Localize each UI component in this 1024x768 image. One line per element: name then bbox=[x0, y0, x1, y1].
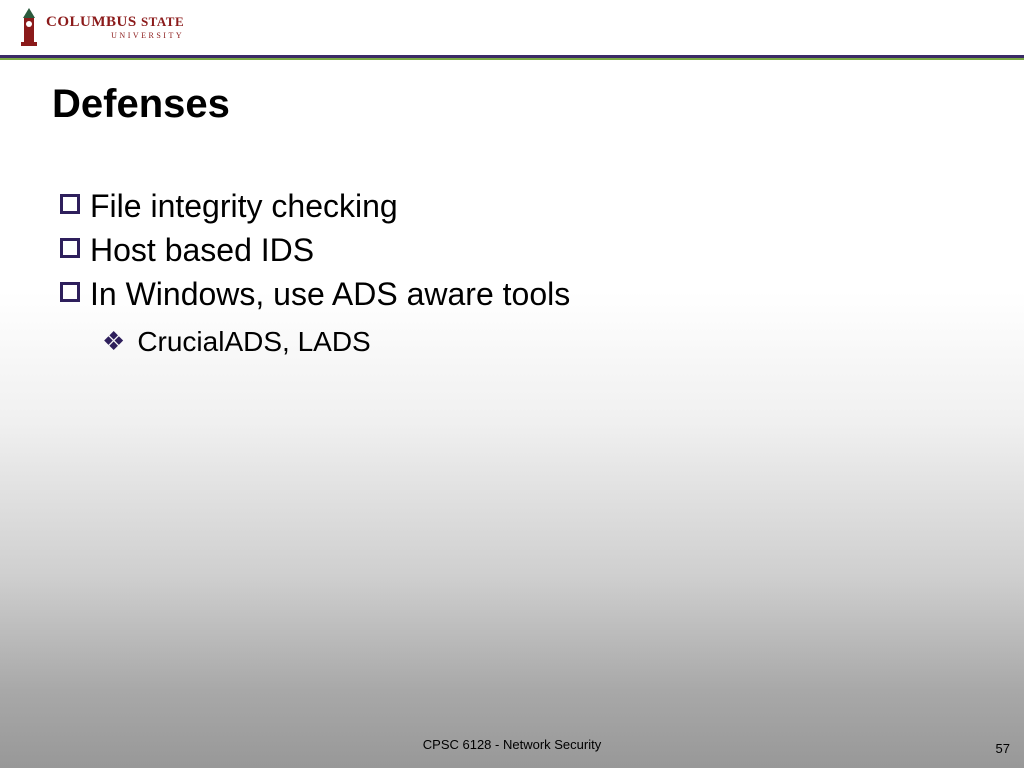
logo-line-2: UNIVERSITY bbox=[46, 32, 184, 40]
list-item: Host based IDS bbox=[60, 230, 984, 270]
slide-content: File integrity checking Host based IDS I… bbox=[60, 186, 984, 359]
logo-word-state: STATE bbox=[141, 14, 184, 29]
university-logo: COLUMBUS STATE UNIVERSITY bbox=[18, 8, 184, 46]
bullet-text: File integrity checking bbox=[90, 186, 398, 226]
slide-title: Defenses bbox=[52, 82, 230, 127]
logo-word-columbus: COLUMBUS bbox=[46, 14, 141, 30]
list-item: File integrity checking bbox=[60, 186, 984, 226]
square-bullet-icon bbox=[60, 194, 80, 214]
clock-tower-icon bbox=[18, 8, 40, 46]
logo-text: COLUMBUS STATE UNIVERSITY bbox=[46, 15, 184, 40]
footer-course: CPSC 6128 - Network Security bbox=[0, 737, 1024, 752]
slide-header: COLUMBUS STATE UNIVERSITY bbox=[0, 0, 1024, 55]
logo-line-1: COLUMBUS STATE bbox=[46, 15, 184, 30]
bullet-text: In Windows, use ADS aware tools bbox=[90, 274, 570, 314]
footer-page-number: 57 bbox=[996, 741, 1010, 756]
divider-green bbox=[0, 58, 1024, 60]
square-bullet-icon bbox=[60, 282, 80, 302]
slide: COLUMBUS STATE UNIVERSITY Defenses File … bbox=[0, 0, 1024, 768]
bullet-text: Host based IDS bbox=[90, 230, 314, 270]
diamond-bullet-icon: ❖ bbox=[102, 328, 125, 354]
sub-bullet-text: CrucialADS, LADS bbox=[137, 324, 370, 359]
square-bullet-icon bbox=[60, 238, 80, 258]
list-sub-item: ❖ CrucialADS, LADS bbox=[102, 324, 984, 359]
list-item: In Windows, use ADS aware tools bbox=[60, 274, 984, 314]
